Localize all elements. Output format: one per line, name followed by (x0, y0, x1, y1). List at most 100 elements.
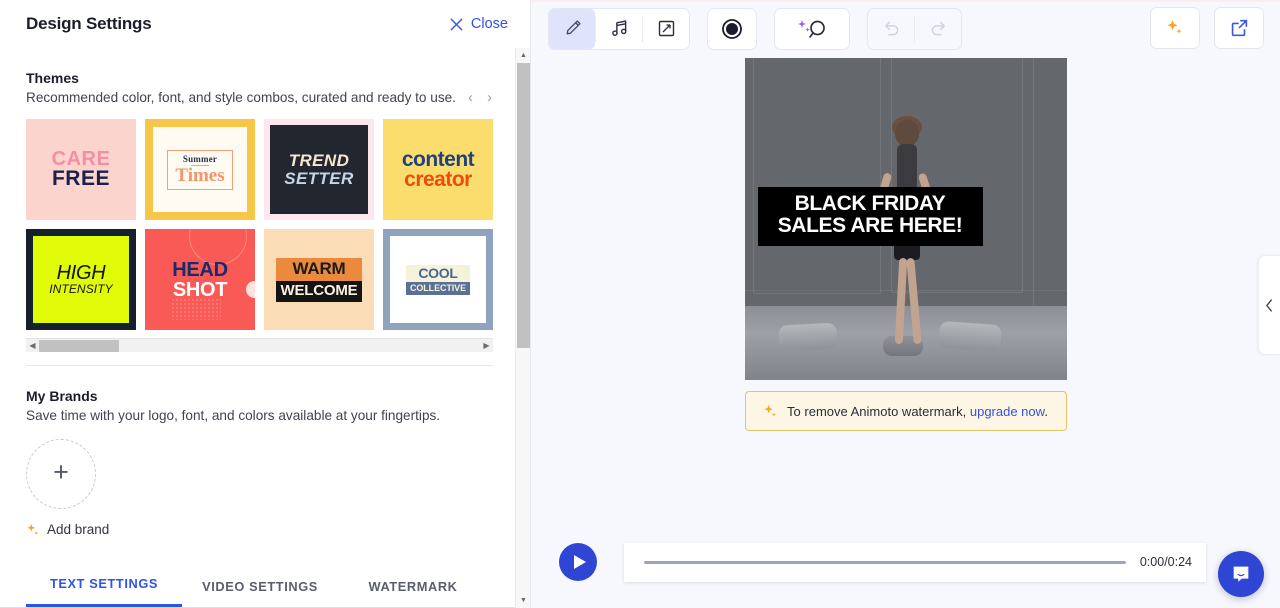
chevron-left-icon (1265, 299, 1274, 312)
theme-line2: SETTER (284, 170, 353, 187)
add-brand-circle-button[interactable]: + (26, 439, 96, 509)
tab-video-settings[interactable]: VIDEO SETTINGS (182, 579, 338, 607)
decor-person-torso (897, 144, 917, 190)
scroll-up-icon[interactable]: ▲ (516, 48, 531, 63)
toolbar-group-tools (548, 8, 690, 50)
theme-card-head-shot[interactable]: HEAD SHOT (145, 229, 255, 330)
video-caption-overlay[interactable]: BLACK FRIDAY SALES ARE HERE! (758, 187, 983, 246)
video-preview[interactable]: BLACK FRIDAY SALES ARE HERE! (745, 58, 1067, 380)
video-player-controls: 0:00/0:24 (531, 516, 1280, 608)
theme-card-warm-welcome[interactable]: WARM WELCOME (264, 229, 374, 330)
theme-card-cool-collective[interactable]: COOL COLLECTIVE (383, 229, 493, 330)
editor-toolbar (531, 0, 1280, 57)
theme-card-content-creator[interactable]: content creator (383, 119, 493, 220)
themes-grid: CARE FREE Summer Times TR (26, 119, 493, 330)
scroll-thumb[interactable] (39, 340, 119, 352)
tab-watermark[interactable]: WATERMARK (338, 579, 488, 607)
close-icon (449, 17, 464, 32)
upgrade-sparkle-button[interactable] (1152, 8, 1198, 48)
theme-line1: Summer (175, 154, 224, 164)
panel-header: Design Settings Close (0, 0, 530, 48)
decor-wall-panel (753, 58, 881, 294)
design-tool-button[interactable] (549, 9, 595, 49)
decor-dots (171, 298, 221, 320)
plus-icon: + (53, 459, 69, 486)
close-label: Close (471, 16, 508, 32)
section-divider (26, 365, 493, 366)
themes-pager: ‹ › (468, 90, 492, 105)
decor-person-leg-left (894, 258, 906, 344)
themes-heading: Themes (26, 70, 516, 86)
watermark-text: To remove Animoto watermark, upgrade now… (787, 404, 1048, 419)
upgrade-button-wrap (1150, 7, 1200, 49)
record-circle-icon (720, 17, 744, 41)
scroll-left-icon[interactable]: ◀ (26, 341, 39, 350)
sparkle-icon (1165, 18, 1185, 38)
theme-card-high-intensity[interactable]: HIGH INTENSITY (26, 229, 136, 330)
caption-line-2: SALES ARE HERE! (764, 215, 977, 237)
theme-card-trendsetter[interactable]: TREND SETTER (264, 119, 374, 220)
decor-person-head (895, 120, 919, 146)
redo-button[interactable] (915, 9, 961, 49)
decor-person-leg-right (906, 258, 921, 344)
settings-tabs: TEXT SETTINGS VIDEO SETTINGS WATERMARK (0, 560, 516, 608)
sparkle-icon (763, 404, 778, 419)
share-button-wrap (1214, 7, 1264, 49)
caption-line-1: BLACK FRIDAY (764, 193, 977, 215)
brands-heading: My Brands (26, 388, 516, 404)
watermark-prefix: To remove Animoto watermark, (787, 404, 966, 419)
add-brand-label: Add brand (47, 522, 109, 537)
progress-slider[interactable] (644, 561, 1126, 564)
chat-launcher-button[interactable] (1218, 551, 1264, 597)
music-note-icon (609, 18, 630, 39)
aspect-ratio-button[interactable] (643, 9, 689, 49)
editor-main: BLACK FRIDAY SALES ARE HERE! To remove A… (531, 0, 1280, 608)
theme-card-carefree[interactable]: CARE FREE (26, 119, 136, 220)
scroll-track[interactable] (39, 339, 480, 352)
undo-button[interactable] (868, 9, 914, 49)
themes-subtitle: Recommended color, font, and style combo… (26, 90, 456, 105)
theme-line1: HIGH (57, 263, 106, 283)
themes-subtitle-row: Recommended color, font, and style combo… (26, 90, 516, 105)
panel-vertical-scrollbar[interactable]: ▲ ▼ (515, 48, 530, 608)
redo-arrow-icon (928, 18, 949, 39)
music-tool-button[interactable] (596, 9, 642, 49)
theme-line2: SHOT (172, 280, 227, 300)
theme-line1: HEAD (172, 260, 227, 280)
decor-pillow (938, 321, 1002, 352)
panel-scroll-area: Themes Recommended color, font, and styl… (0, 48, 516, 560)
record-voiceover-button[interactable] (709, 9, 755, 49)
close-button[interactable]: Close (449, 16, 508, 32)
magic-search-button[interactable] (775, 9, 849, 49)
paintbrush-icon (562, 18, 583, 39)
add-brand-button[interactable]: Add brand (26, 522, 516, 537)
watermark-upgrade-banner: To remove Animoto watermark, upgrade now… (745, 391, 1067, 431)
theme-card-summer[interactable]: Summer Times (145, 119, 255, 220)
chevron-right-icon[interactable]: › (487, 90, 492, 105)
watermark-suffix: . (1044, 404, 1048, 419)
chevron-left-icon[interactable]: ‹ (468, 90, 473, 105)
theme-line1: TREND (289, 152, 350, 169)
sparkle-search-icon (795, 17, 829, 41)
share-export-button[interactable] (1216, 8, 1262, 48)
theme-line2: WELCOME (276, 281, 363, 302)
play-icon (574, 555, 586, 569)
tab-text-settings[interactable]: TEXT SETTINGS (26, 576, 182, 607)
scroll-thumb[interactable] (517, 63, 530, 348)
theme-line2: creator (402, 170, 474, 189)
chat-bubble-icon (1230, 563, 1252, 585)
scroll-right-icon[interactable]: ▶ (480, 341, 493, 350)
play-button[interactable] (559, 543, 597, 581)
brands-subtitle: Save time with your logo, font, and colo… (26, 408, 516, 423)
upgrade-now-link[interactable]: upgrade now (970, 404, 1044, 419)
sparkle-icon (26, 523, 40, 537)
themes-horizontal-scrollbar[interactable]: ◀ ▶ (26, 338, 493, 352)
theme-line1: COOL (406, 265, 470, 282)
theme-line1: WARM (276, 258, 363, 281)
undo-arrow-icon (881, 18, 902, 39)
toolbar-right-group (1150, 7, 1264, 49)
crop-frame-icon (656, 18, 677, 39)
page-title: Design Settings (26, 14, 151, 34)
right-panel-collapse-button[interactable] (1258, 255, 1280, 355)
scroll-down-icon[interactable]: ▼ (516, 593, 531, 608)
